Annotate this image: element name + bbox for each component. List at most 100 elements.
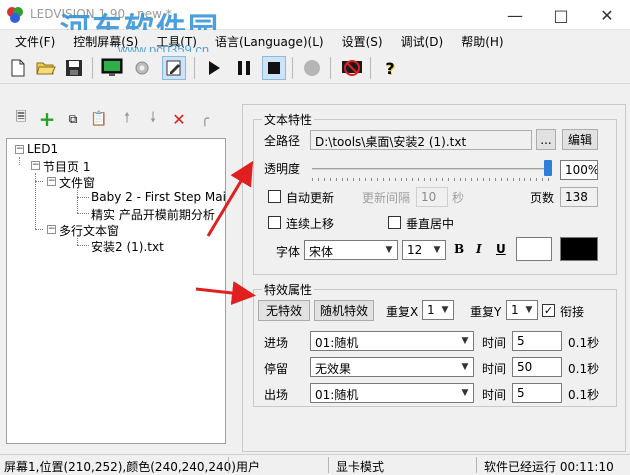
- help-button[interactable]: ?: [378, 56, 402, 80]
- gear-icon: [135, 61, 149, 75]
- transparency-value[interactable]: 100%: [560, 160, 598, 180]
- transparency-slider-thumb[interactable]: [544, 160, 552, 176]
- stop-button[interactable]: [262, 56, 286, 80]
- path-label: 全路径: [264, 134, 301, 148]
- transparency-track: [312, 168, 548, 170]
- underline-button[interactable]: U: [496, 242, 506, 256]
- open-folder-button[interactable]: [34, 56, 58, 80]
- repeat-x-select[interactable]: 1 ▼: [422, 300, 454, 320]
- update-interval-field[interactable]: 10: [416, 187, 448, 207]
- tree-expand-led1[interactable]: −: [15, 145, 24, 154]
- pause-button[interactable]: [232, 56, 256, 80]
- text-color-swatch[interactable]: [560, 237, 598, 261]
- stay-label: 停留: [264, 362, 289, 376]
- slider-tick: [329, 178, 331, 181]
- play-button[interactable]: [202, 56, 226, 80]
- auto-update-checkbox[interactable]: [268, 190, 281, 203]
- slider-tick: [512, 178, 514, 181]
- menu-file[interactable]: 文件(F): [6, 33, 64, 50]
- tree-node-file-analysis[interactable]: 精实 产品开模前期分析: [91, 206, 215, 223]
- browse-button[interactable]: ...: [536, 129, 556, 150]
- italic-button[interactable]: I: [476, 242, 482, 256]
- tree-node-led1[interactable]: LED1: [27, 142, 58, 156]
- entry-time-field[interactable]: 5: [512, 331, 562, 351]
- menu-debug[interactable]: 调试(D): [392, 33, 453, 50]
- slider-tick: [524, 178, 526, 181]
- slider-tick: [394, 178, 396, 181]
- no-effect-button[interactable]: 无特效: [258, 300, 310, 321]
- stop-icon: [268, 62, 280, 74]
- slider-tick: [371, 178, 372, 181]
- tree-node-txt-file[interactable]: 安装2 (1).txt: [91, 238, 164, 255]
- slider-tick: [412, 178, 414, 181]
- slider-tick: [530, 178, 532, 181]
- minimize-button[interactable]: —: [492, 0, 538, 30]
- tree-node-file-baby2[interactable]: Baby 2 - First Step Main: [91, 190, 225, 204]
- edit-page-icon: [166, 60, 181, 76]
- save-button[interactable]: [62, 56, 86, 80]
- tree-expand-multiline[interactable]: −: [47, 225, 56, 234]
- connect-checkbox[interactable]: ✓: [542, 304, 555, 317]
- scroll-up-checkbox[interactable]: [268, 216, 281, 229]
- blackout-screen-button[interactable]: [340, 56, 364, 80]
- edit-button[interactable]: 编辑: [562, 129, 598, 150]
- move-down-button[interactable]: 🠗: [144, 110, 162, 128]
- record-button[interactable]: [300, 56, 324, 80]
- tree-node-file-window[interactable]: 文件窗: [59, 174, 95, 191]
- exit-time-field[interactable]: 5: [512, 383, 562, 403]
- entry-effect-select[interactable]: 01:随机 ▼: [310, 331, 474, 351]
- status-runtime: 软件已经运行 00:11:10: [484, 460, 614, 474]
- add-screen-button[interactable]: 🗏: [12, 110, 30, 128]
- tree-expand-file-window[interactable]: −: [47, 177, 56, 186]
- path-field[interactable]: D:\tools\桌面\安装2 (1).txt: [310, 130, 532, 150]
- tree-structure-button[interactable]: ╭: [196, 110, 214, 128]
- effect-properties-group: 特效属性 无特效 随机特效 重复X 1 ▼ 重复Y 1 ▼ ✓ 衔接 进场 01…: [253, 281, 617, 407]
- font-family-select[interactable]: 宋体 ▼: [304, 240, 398, 260]
- exit-time-label: 时间: [482, 388, 507, 402]
- slider-tick: [418, 178, 420, 181]
- slider-tick: [406, 178, 408, 181]
- screen-display-button[interactable]: [100, 56, 124, 80]
- background-color-swatch[interactable]: [516, 237, 552, 261]
- slider-tick: [483, 178, 485, 181]
- tree-node-page1[interactable]: 节目页 1: [43, 158, 90, 175]
- tree-structure-icon: ╭: [200, 111, 210, 127]
- close-icon: ✕: [600, 5, 614, 25]
- menu-help[interactable]: 帮助(H): [452, 33, 512, 50]
- slider-tick: [359, 178, 361, 181]
- repeat-y-select[interactable]: 1 ▼: [506, 300, 538, 320]
- close-button[interactable]: ✕: [584, 0, 630, 30]
- stay-time-field[interactable]: 50: [512, 357, 562, 377]
- slider-tick: [347, 178, 349, 181]
- bold-button[interactable]: B: [454, 242, 464, 256]
- paste-item-button[interactable]: 📋: [90, 110, 108, 128]
- delete-item-button[interactable]: ✕: [170, 110, 188, 129]
- open-folder-icon: [36, 62, 56, 75]
- move-up-button[interactable]: 🠕: [118, 110, 136, 128]
- slider-tick: [382, 178, 384, 181]
- new-file-button[interactable]: [6, 56, 30, 80]
- random-effect-button[interactable]: 随机特效: [314, 300, 374, 321]
- exit-time-unit: 0.1秒: [568, 388, 600, 402]
- slider-tick: [500, 178, 502, 181]
- app-logo-icon: [7, 7, 23, 23]
- exit-label: 出场: [264, 388, 289, 402]
- edit-mode-button[interactable]: [162, 56, 186, 80]
- slider-tick: [441, 178, 443, 181]
- add-item-button[interactable]: +: [38, 107, 56, 131]
- vertical-center-checkbox[interactable]: [388, 216, 401, 229]
- slider-tick: [317, 178, 319, 181]
- menu-settings[interactable]: 设置(S): [333, 33, 392, 50]
- slider-tick: [376, 178, 378, 181]
- font-size-select[interactable]: 12 ▼: [402, 240, 446, 260]
- maximize-button[interactable]: □: [538, 0, 584, 30]
- tree-node-multiline-text[interactable]: 多行文本窗: [59, 222, 119, 239]
- settings-gear-button[interactable]: [130, 56, 154, 80]
- plus-icon: +: [38, 107, 56, 131]
- copy-item-button[interactable]: ⧉: [64, 110, 82, 128]
- menu-language[interactable]: 语言(Language)(L): [206, 33, 333, 50]
- tree-expand-page1[interactable]: −: [31, 161, 40, 170]
- stay-effect-select[interactable]: 无效果 ▼: [310, 357, 474, 377]
- exit-effect-select[interactable]: 01:随机 ▼: [310, 383, 474, 403]
- slider-tick: [388, 178, 390, 181]
